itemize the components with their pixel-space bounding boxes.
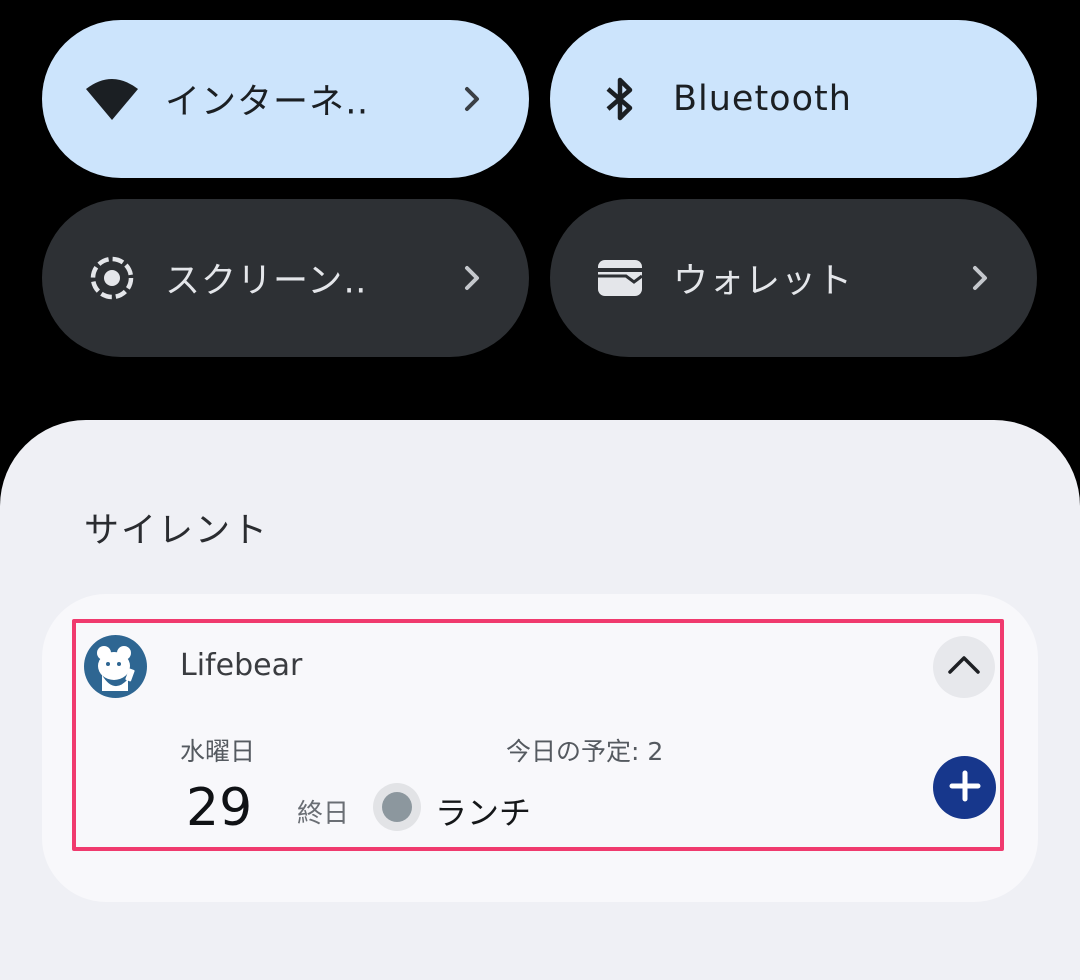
internet-tile[interactable]: インターネ‥ bbox=[42, 20, 529, 178]
wallet-tile-label: ウォレット bbox=[673, 261, 854, 302]
internet-tile-label: インターネ‥ bbox=[165, 82, 370, 123]
screen-record-icon bbox=[84, 250, 140, 306]
bluetooth-tile[interactable]: Bluetooth bbox=[550, 20, 1037, 178]
wifi-icon bbox=[84, 71, 140, 127]
wallet-icon bbox=[592, 250, 648, 306]
chevron-right-icon bbox=[965, 263, 995, 293]
chevron-right-icon bbox=[457, 84, 487, 114]
highlight-frame bbox=[72, 619, 1004, 851]
section-title-silent: サイレント bbox=[84, 511, 270, 551]
chevron-right-icon bbox=[457, 263, 487, 293]
bluetooth-tile-label: Bluetooth bbox=[673, 79, 852, 119]
screen-record-tile-label: スクリーン‥ bbox=[165, 261, 368, 302]
bluetooth-icon bbox=[592, 71, 648, 127]
wallet-tile[interactable]: ウォレット bbox=[550, 199, 1037, 357]
screen-record-tile[interactable]: スクリーン‥ bbox=[42, 199, 529, 357]
